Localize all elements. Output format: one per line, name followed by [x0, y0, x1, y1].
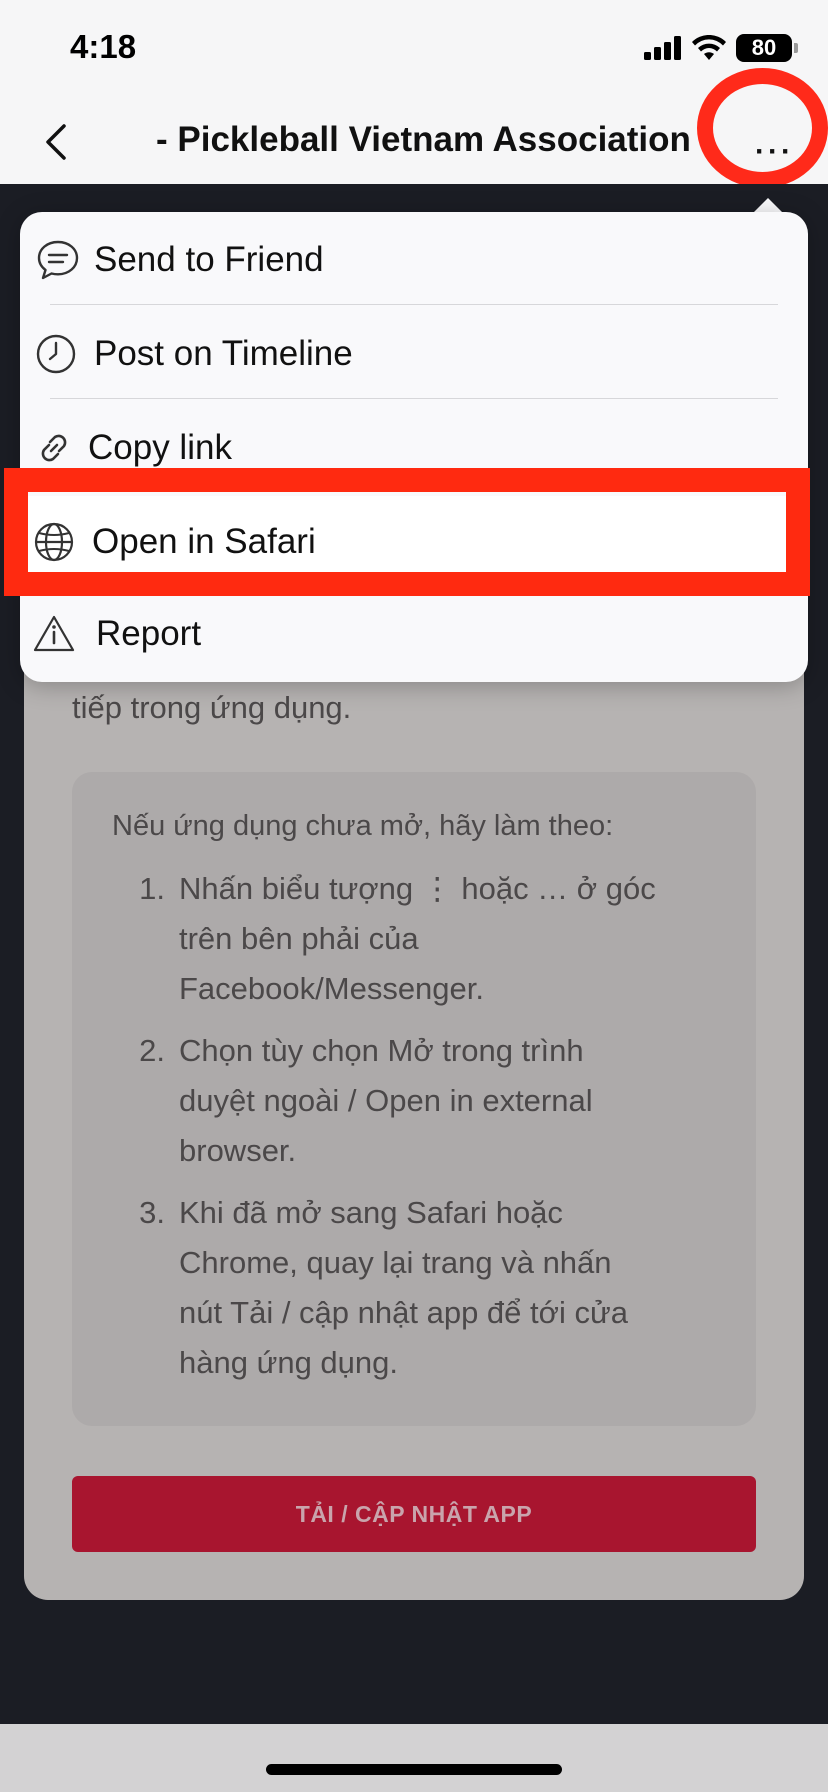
wifi-icon [692, 35, 726, 60]
step-line: duyệt ngoài / Open in external [179, 1083, 593, 1118]
chat-bubble-icon [37, 240, 79, 280]
step-number: 2. [139, 1033, 165, 1068]
step-text: Chọn tùy chọn Mở trong trình duyệt ngoài… [165, 1026, 685, 1176]
step-number: 1. [139, 871, 165, 906]
bottom-bar [0, 1724, 828, 1792]
menu-label: Report [96, 614, 202, 653]
menu-label: Copy link [88, 428, 232, 467]
clock-icon [36, 334, 76, 374]
globe-icon [34, 522, 74, 562]
steps-list: 1. Nhấn biểu tượng ⋮ hoặc … ở góc trên b… [112, 864, 732, 1400]
page-title: - Pickleball Vietnam Association [156, 120, 691, 159]
link-icon [41, 434, 67, 462]
home-indicator[interactable] [266, 1764, 562, 1775]
list-item: 2. Chọn tùy chọn Mở trong trình duyệt ng… [112, 1026, 732, 1176]
step-line: Chrome, quay lại trang và nhấn [179, 1245, 612, 1280]
battery-icon: 80 [736, 34, 798, 62]
download-app-button[interactable]: TẢI / CẬP NHẬT APP [72, 1476, 756, 1552]
menu-item-report[interactable]: Report [20, 588, 808, 680]
divider [50, 304, 778, 305]
menu-label: Send to Friend [94, 240, 324, 279]
step-line: nút Tải / cập nhật app để tới cửa [179, 1295, 628, 1330]
step-line: Khi đã mở sang Safari hoặc [179, 1195, 563, 1230]
menu-item-open-in-safari[interactable]: Open in Safari [20, 496, 808, 588]
battery-level: 80 [751, 35, 777, 60]
status-icons: 80 [644, 34, 798, 62]
step-text: Khi đã mở sang Safari hoặc Chrome, quay … [165, 1188, 685, 1388]
menu-label: Open in Safari [92, 522, 316, 561]
intro-text: tiếp trong ứng dụng. [72, 690, 352, 725]
back-chevron-icon[interactable] [38, 120, 78, 164]
step-line: browser. [179, 1133, 297, 1168]
step-line: Chọn tùy chọn Mở trong trình [179, 1033, 584, 1068]
signal-icon [644, 36, 681, 60]
step-line: trên bên phải của [179, 921, 419, 956]
instructions-heading: Nếu ứng dụng chưa mở, hãy làm theo: [112, 810, 614, 842]
step-text: Nhấn biểu tượng ⋮ hoặc … ở góc trên bên … [165, 864, 685, 1014]
share-menu: Send to Friend Post on Timeline Copy lin… [20, 212, 808, 682]
instructions-box: Nếu ứng dụng chưa mở, hãy làm theo: 1. N… [72, 772, 756, 1426]
menu-item-copy-link[interactable]: Copy link [20, 402, 808, 494]
warning-icon [33, 615, 75, 652]
step-line: hàng ứng dụng. [179, 1345, 398, 1380]
more-dots-icon[interactable]: ··· [755, 137, 794, 167]
step-number: 3. [139, 1195, 165, 1230]
menu-item-send-to-friend[interactable]: Send to Friend [20, 214, 808, 306]
status-time: 4:18 [70, 28, 137, 65]
nav-bar: - Pickleball Vietnam Association [0, 100, 828, 184]
menu-label: Post on Timeline [94, 334, 353, 373]
menu-item-post-on-timeline[interactable]: Post on Timeline [20, 308, 808, 400]
status-bar: 4:18 80 [0, 0, 828, 100]
divider [50, 398, 778, 399]
step-line: Facebook/Messenger. [179, 971, 485, 1006]
list-item: 1. Nhấn biểu tượng ⋮ hoặc … ở góc trên b… [112, 864, 732, 1014]
list-item: 3. Khi đã mở sang Safari hoặc Chrome, qu… [112, 1188, 732, 1388]
step-line: Nhấn biểu tượng ⋮ hoặc … ở góc [179, 871, 656, 906]
